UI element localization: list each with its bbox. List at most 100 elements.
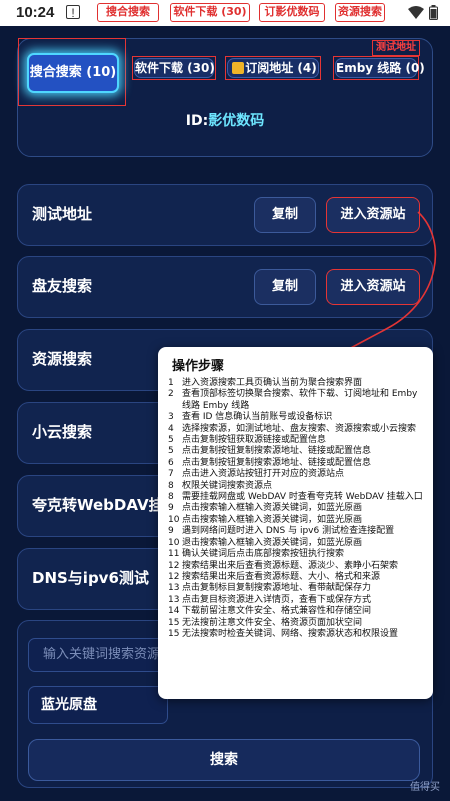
step-number: 10	[168, 537, 180, 548]
step-text: 确认关键词后点击底部搜索按钮执行搜索	[182, 549, 345, 560]
status-tag-software: 软件下载 (30)	[170, 3, 250, 22]
step-text: 退击搜索输入框输入资源关键词，如蓝光原画	[182, 537, 363, 548]
step-number: 14	[168, 606, 180, 617]
step-item: 7 点击进入资源站按钮打开对应的资源站点	[168, 469, 423, 480]
step-number: 9	[168, 526, 174, 537]
step-text: 查看 ID 信息确认当前账号或设备标识	[182, 412, 333, 423]
step-text: 进入资源搜索工具页确认当前为聚合搜索界面	[182, 378, 363, 388]
step-number: 5	[168, 446, 174, 457]
tab-subscription[interactable]: 订阅地址 (4)	[227, 58, 319, 78]
status-tag-subscribe: 订影优数码	[259, 3, 325, 22]
step-item: 15 无法搜索时检查关键词、网络、搜索源状态和权限设置	[168, 629, 423, 640]
step-number: 15	[168, 628, 180, 639]
step-text: 点击复制按钮复制搜索源地址、链接或配置信息	[182, 446, 372, 457]
row-label: DNS与ipv6测试	[32, 569, 149, 587]
row-label: 小云搜索	[32, 423, 93, 441]
step-item: 1 进入资源搜索工具页确认当前为聚合搜索界面	[168, 378, 423, 389]
id-value: 影优数码	[208, 113, 265, 129]
step-number: 8	[168, 480, 174, 491]
step-item: 10 退击搜索输入框输入资源关键词，如蓝光原画	[168, 538, 423, 549]
step-text: 选择搜索源，如测试地址、盘友搜索、资源搜索或小云搜索	[182, 423, 417, 434]
status-bar: 10:24 ! 搜合搜索 软件下载 (30) 订影优数码 资源搜索	[0, 0, 450, 26]
step-text: 需要挂载网盘或 WebDAV 时查看夸克转 WebDAV 挂载入口	[182, 492, 423, 503]
step-number: 13	[168, 583, 180, 594]
step-text: 点击进入资源站按钮打开对应的资源站点	[182, 469, 345, 480]
step-text: 无法搜前注意文件安全、格资源页面加状空间	[182, 617, 363, 628]
popup-title: 操作步骤	[172, 359, 225, 374]
step-text: 点击复制按钮复制搜索源地址、链接或配置信息	[182, 457, 372, 468]
row-label: 资源搜索	[32, 350, 93, 368]
step-text: 下载前留注意文件安全、格式兼容性和存储空间	[182, 606, 372, 617]
tab-emby-lines[interactable]: Emby 线路 (0)	[335, 58, 425, 78]
step-item: 15 无法搜前注意文件安全、格资源页面加状空间	[168, 618, 423, 629]
step-text: 点击复制标目复制搜索源地址、看带献配保存力	[182, 583, 372, 594]
step-number: 13	[168, 594, 180, 605]
step-number: 4	[168, 423, 174, 434]
copy-button[interactable]: 复制	[254, 269, 316, 305]
step-text: 遇到网络问题时进入 DNS 与 ipv6 测试检查连接配置	[182, 526, 395, 537]
step-number: 12	[168, 560, 180, 571]
source-select[interactable]: 蓝光原盘	[28, 686, 168, 724]
device-id: ID:影优数码	[0, 110, 450, 130]
step-item: 2 查看顶部标签切换聚合搜索、软件下载、订阅地址和 Emby线路 Emby 线路	[168, 389, 423, 412]
step-number: 5	[168, 435, 174, 446]
status-tag-resource: 资源搜索	[335, 3, 385, 22]
step-item: 12 搜索结果出来后查看资源标题、大小、格式和来源	[168, 572, 423, 583]
step-item: 9 遇到网络问题时进入 DNS 与 ipv6 测试检查连接配置	[168, 526, 423, 537]
clock: 10:24	[16, 4, 55, 21]
source-row-test: 测试地址 复制 进入资源站	[17, 184, 433, 246]
tab-subscription-label: 订阅地址 (4)	[245, 61, 317, 75]
step-item: 5 点击复制按钮复制搜索源地址、链接或配置信息	[168, 446, 423, 457]
watermark: 值得买	[410, 782, 440, 793]
step-text: 点击搜索输入框输入资源关键词，如蓝光原画	[182, 503, 363, 514]
step-item: 6 点击复制按钮复制搜索源地址、链接或配置信息	[168, 458, 423, 469]
step-item: 9 点击搜索输入框输入资源关键词，如蓝光原画	[168, 503, 423, 514]
step-number: 7	[168, 469, 174, 480]
step-item: 14 下载前留注意文件安全、格式兼容性和存储空间	[168, 606, 423, 617]
corner-label: 测试地址	[372, 40, 420, 56]
step-item: 8 权限关键词搜索资源点	[168, 481, 423, 492]
step-text: 点击搜索输入框输入资源关键词，如蓝光原画	[182, 514, 363, 525]
step-item: 13 点击复制标目复制搜索源地址、看带献配保存力	[168, 583, 423, 594]
search-input[interactable]: 输入关键词搜索资源	[28, 638, 168, 672]
source-row-panyou: 盘友搜索 复制 进入资源站	[17, 256, 433, 318]
steps-list: 1 进入资源搜索工具页确认当前为聚合搜索界面 2 查看顶部标签切换聚合搜索、软件下载、…	[168, 378, 423, 640]
row-label: 盘友搜索	[32, 277, 93, 295]
step-item: 5 点击复制按钮获取源链接或配置信息	[168, 435, 423, 446]
step-text: 点击复目标资源进入详情页，查看下或保存方式	[182, 594, 372, 605]
step-text: 搜索结果出来后查看资源标题、源淡少、素睁小石架索	[182, 560, 399, 571]
step-number: 9	[168, 503, 174, 514]
step-number: 12	[168, 571, 180, 582]
step-number: 8	[168, 492, 174, 503]
row-label: 测试地址	[32, 205, 93, 223]
step-text: 点击复制按钮获取源链接或配置信息	[182, 435, 327, 446]
step-number: 10	[168, 514, 180, 525]
row-label: 夸克转WebDAV挂载	[32, 496, 179, 514]
step-item: 8 需要挂载网盘或 WebDAV 时查看夸克转 WebDAV 挂载入口	[168, 492, 423, 503]
alert-icon: !	[66, 5, 80, 20]
tab-aggregate-search[interactable]: 搜合搜索 (10)	[27, 53, 119, 93]
search-button[interactable]: 搜索	[28, 739, 420, 781]
enter-site-button[interactable]: 进入资源站	[326, 269, 420, 305]
id-prefix: ID:	[185, 113, 209, 129]
step-text: 查看顶部标签切换聚合搜索、软件下载、订阅地址和 Emby线路 Emby 线路	[182, 389, 418, 411]
battery-icon	[429, 5, 438, 20]
step-number: 1	[168, 378, 174, 388]
step-number: 11	[168, 549, 180, 560]
wifi-icon	[408, 5, 424, 19]
step-item: 10 点击搜索输入框输入资源关键词，如蓝光原画	[168, 515, 423, 526]
steps-popup: 操作步骤 1 进入资源搜索工具页确认当前为聚合搜索界面 2 查看顶部标签切换聚合搜索、…	[158, 347, 433, 699]
step-number: 3	[168, 412, 174, 423]
package-icon	[232, 62, 244, 74]
enter-site-button[interactable]: 进入资源站	[326, 197, 420, 233]
step-item: 11 确认关键词后点击底部搜索按钮执行搜索	[168, 549, 423, 560]
copy-button[interactable]: 复制	[254, 197, 316, 233]
tab-software-download[interactable]: 软件下载 (30)	[134, 58, 215, 78]
step-text: 无法搜索时检查关键词、网络、搜索源状态和权限设置	[182, 628, 399, 639]
step-number: 6	[168, 457, 174, 468]
status-tag-aggregate: 搜合搜索	[97, 3, 159, 22]
step-item: 13 点击复目标资源进入详情页，查看下或保存方式	[168, 595, 423, 606]
step-item: 4 选择搜索源，如测试地址、盘友搜索、资源搜索或小云搜索	[168, 424, 423, 435]
step-number: 2	[168, 389, 174, 400]
step-number: 15	[168, 617, 180, 628]
